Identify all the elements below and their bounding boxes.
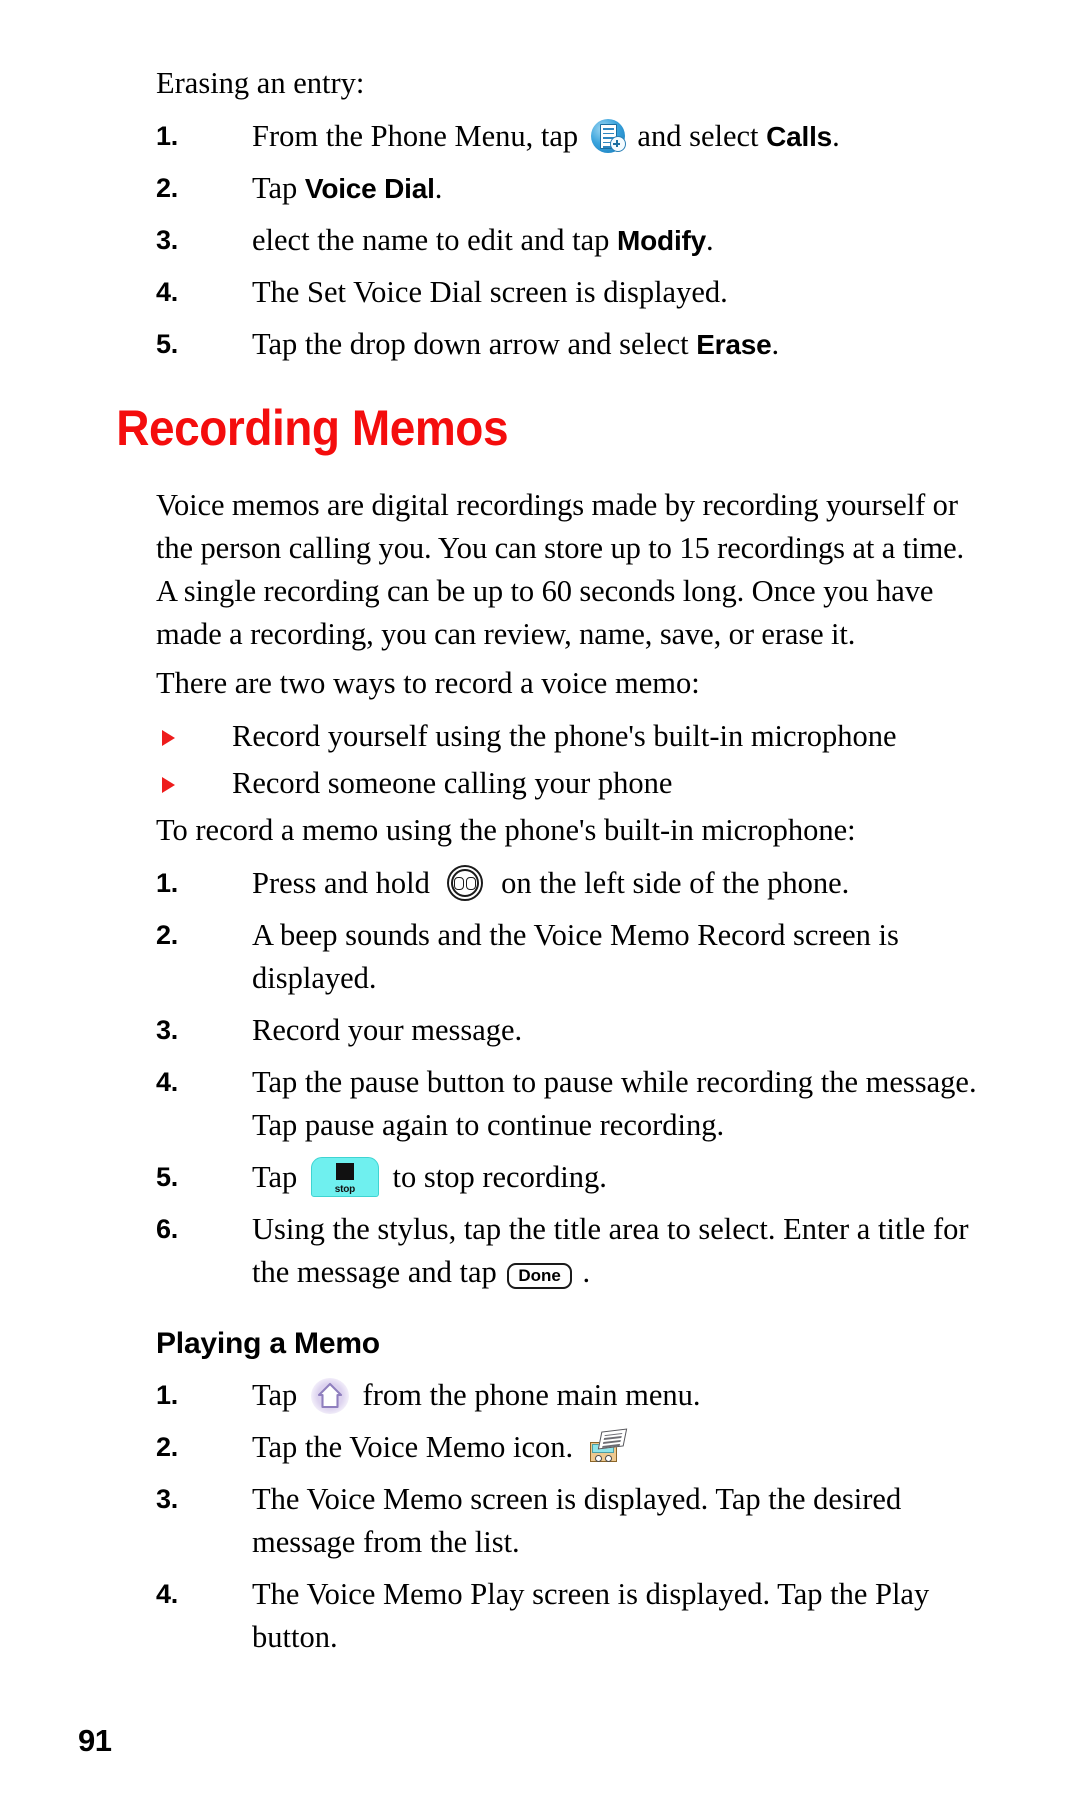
step-text: Using the stylus, tap the title area to …	[252, 1212, 969, 1289]
step-number: 1.	[156, 121, 178, 151]
manual-page: Erasing an entry: 1. From the Phone Menu…	[0, 0, 1080, 1800]
two-ways-lead: There are two ways to record a voice mem…	[156, 666, 700, 700]
step-number: 6.	[156, 1214, 178, 1244]
record-ways-list: Record yourself using the phone's built-…	[96, 715, 984, 805]
step-number: 3.	[156, 1015, 178, 1045]
list-item: 2. Tap Voice Dial.	[156, 167, 984, 210]
list-item: 1. From the Phone Menu, tap and select C…	[156, 115, 984, 158]
step-number: 5.	[156, 329, 178, 359]
step-number: 1.	[156, 1380, 178, 1410]
calls-icon-plus-badge	[609, 136, 626, 152]
stop-button-icon[interactable]: stop	[310, 1157, 379, 1197]
step-text-after: to stop recording.	[392, 1160, 607, 1194]
bullet-text: Record someone calling your phone	[232, 766, 673, 800]
step-number: 3.	[156, 1484, 178, 1514]
bullet-text: Record yourself using the phone's built-…	[232, 719, 897, 753]
step-text-after: and select	[637, 119, 759, 153]
erasing-steps-list: 1. From the Phone Menu, tap and select C…	[96, 115, 984, 366]
list-item: 2. Tap the Voice Memo icon.	[156, 1426, 984, 1469]
step-bold-term: Modify	[617, 225, 707, 256]
step-bold-term: Calls	[766, 121, 833, 152]
voice-memo-right-reel	[604, 1455, 612, 1462]
step-text: Tap	[252, 1160, 298, 1194]
step-tail: .	[771, 327, 780, 361]
step-text-after: on the left side of the phone.	[501, 866, 850, 900]
erasing-lead: Erasing an entry:	[156, 66, 365, 100]
step-text-after: from the phone main menu.	[362, 1378, 701, 1412]
step-text: Tap	[252, 1378, 298, 1412]
side-record-key-icon[interactable]	[443, 865, 489, 901]
home-icon[interactable]	[310, 1378, 349, 1414]
step-number: 4.	[156, 1579, 178, 1609]
step-tail: .	[832, 119, 840, 153]
page-number: 91	[78, 1723, 112, 1758]
recording-intro-paragraph: Voice memos are digital recordings made …	[156, 488, 965, 651]
triangle-bullet-icon	[162, 730, 175, 746]
step-number: 2.	[156, 173, 178, 203]
step-text: From the Phone Menu, tap	[252, 119, 579, 153]
list-item: Record someone calling your phone	[156, 762, 984, 805]
step-tail: .	[434, 171, 443, 205]
step-text: elect the name to edit and tap	[252, 223, 610, 257]
voice-memo-left-reel	[594, 1455, 602, 1462]
step-number: 4.	[156, 1067, 178, 1097]
done-button-icon[interactable]: Done	[507, 1263, 572, 1289]
step-number: 4.	[156, 277, 178, 307]
home-icon-glyph	[317, 1382, 342, 1409]
side-key-left-pill	[453, 877, 464, 890]
playing-memo-subheading: Playing a Memo	[156, 1327, 380, 1360]
step-tail: .	[706, 223, 714, 257]
record-procedure-lead: To record a memo using the phone's built…	[156, 813, 856, 847]
side-key-right-pill	[465, 877, 476, 890]
step-text: Tap the drop down arrow and select	[252, 327, 689, 361]
list-item: 4. The Set Voice Dial screen is displaye…	[156, 271, 984, 314]
list-item: 1. Press and hold on the left side of th…	[156, 862, 984, 905]
list-item: Record yourself using the phone's built-…	[156, 715, 984, 758]
list-item: 3. The Voice Memo screen is displayed. T…	[156, 1478, 984, 1564]
voice-memo-note-flap	[597, 1428, 628, 1450]
step-text: The Voice Memo screen is displayed. Tap …	[252, 1482, 902, 1559]
list-item: 3. elect the name to edit and tap Modify…	[156, 219, 984, 262]
step-number: 5.	[156, 1162, 178, 1192]
list-item: 4. The Voice Memo Play screen is display…	[156, 1573, 984, 1659]
list-item: 4. Tap the pause button to pause while r…	[156, 1061, 984, 1147]
triangle-bullet-icon	[162, 777, 175, 793]
step-number: 3.	[156, 225, 178, 255]
step-text: Press and hold	[252, 866, 430, 900]
step-text: Tap the pause button to pause while reco…	[252, 1065, 977, 1142]
calls-list-icon[interactable]	[590, 119, 626, 153]
list-item: 2. A beep sounds and the Voice Memo Reco…	[156, 914, 984, 1000]
step-number: 1.	[156, 868, 178, 898]
step-text: Record your message.	[252, 1013, 523, 1047]
stop-button-label: stop	[334, 1184, 356, 1195]
list-item: 5. Tap stop to stop recording.	[156, 1156, 984, 1199]
step-number: 2.	[156, 1432, 178, 1462]
page-title: Recording Memos	[116, 400, 509, 456]
step-text: Tap	[252, 171, 298, 205]
step-bold-term: Erase	[696, 329, 772, 360]
step-text: Tap the Voice Memo icon.	[252, 1430, 574, 1464]
list-item: 5. Tap the drop down arrow and select Er…	[156, 323, 984, 366]
step-bold-term: Voice Dial	[304, 173, 435, 204]
playing-steps-list: 1. Tap from the phone main menu. 2. Tap …	[96, 1374, 984, 1659]
recording-steps-list: 1. Press and hold on the left side of th…	[96, 862, 984, 1294]
step-text-after: .	[582, 1255, 591, 1289]
step-text: The Voice Memo Play screen is displayed.…	[252, 1577, 930, 1654]
list-item: 3. Record your message.	[156, 1009, 984, 1052]
step-text: A beep sounds and the Voice Memo Record …	[252, 918, 899, 995]
voice-memo-icon[interactable]	[587, 1428, 628, 1467]
list-item: 1. Tap from the phone main menu.	[156, 1374, 984, 1417]
step-number: 2.	[156, 920, 178, 950]
list-item: 6. Using the stylus, tap the title area …	[156, 1208, 984, 1294]
step-text: The Set Voice Dial screen is displayed.	[252, 275, 728, 309]
stop-square-glyph	[335, 1163, 354, 1180]
